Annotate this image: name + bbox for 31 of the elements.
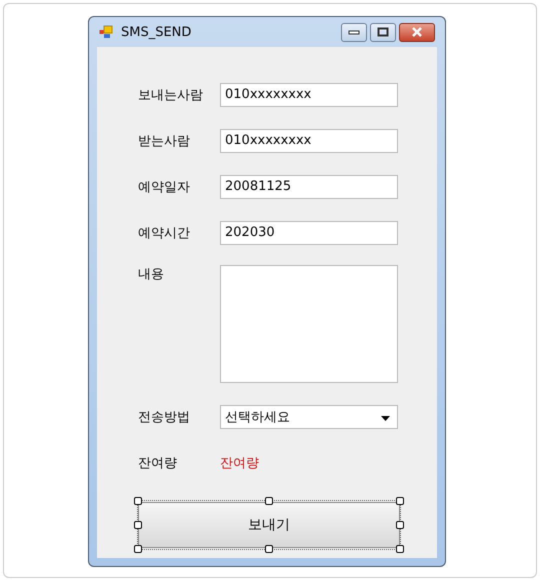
resize-handle[interactable] <box>134 545 142 553</box>
close-button[interactable] <box>399 22 435 42</box>
caret-icon <box>381 416 390 421</box>
remaining-value: 잔여량 <box>220 455 259 472</box>
maximize-button[interactable] <box>370 22 396 42</box>
resize-handle[interactable] <box>134 497 142 505</box>
field-label: 예약일자 <box>138 179 191 196</box>
maximize-icon <box>377 27 389 37</box>
field-label: 잔여량 <box>138 455 178 472</box>
resize-handle[interactable] <box>396 497 404 505</box>
resize-handle[interactable] <box>396 545 404 553</box>
minimize-button[interactable] <box>341 22 367 42</box>
field-label: 전송방법 <box>138 409 191 426</box>
method-dropdown[interactable]: 선택하세요 <box>220 405 398 429</box>
send-button[interactable]: 보내기 <box>138 502 400 548</box>
resize-handle[interactable] <box>265 545 273 553</box>
resize-handle[interactable] <box>265 497 273 505</box>
field-label: 보내는사람 <box>138 87 204 104</box>
text-field[interactable]: 010xxxxxxxx <box>220 83 398 107</box>
text-field[interactable]: 202030 <box>220 221 398 245</box>
minimize-icon <box>348 29 360 35</box>
field-label: 예약시간 <box>138 225 191 242</box>
text-field[interactable]: 20081125 <box>220 175 398 199</box>
resize-handle[interactable] <box>134 521 142 529</box>
window-title: SMS_SEND <box>121 24 192 40</box>
field-label: 받는사람 <box>138 133 191 150</box>
close-icon <box>411 27 423 37</box>
field-label: 내용 <box>138 266 165 283</box>
resize-handle[interactable] <box>396 521 404 529</box>
text-field[interactable]: 010xxxxxxxx <box>220 129 398 153</box>
app-icon <box>99 25 113 39</box>
